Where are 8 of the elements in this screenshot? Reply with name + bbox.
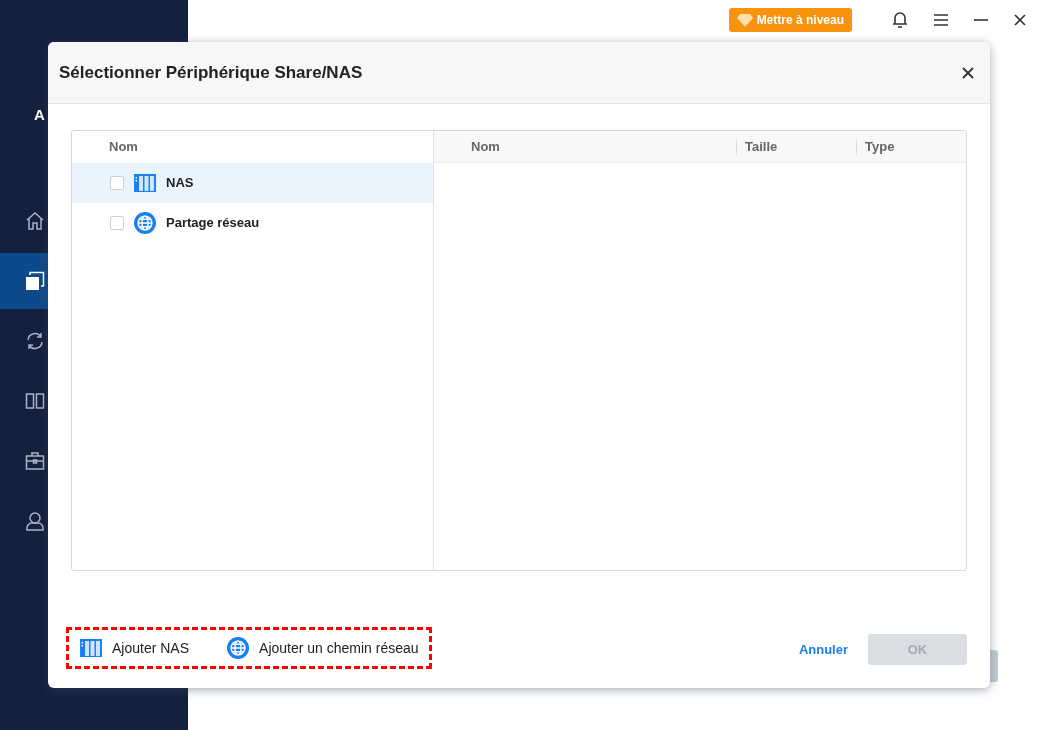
column-header: Type — [865, 137, 895, 156]
column-header: Nom — [109, 138, 138, 157]
column-header: Nom — [471, 137, 500, 156]
item-label: Partage réseau — [166, 214, 260, 233]
brand-text: A — [34, 105, 46, 125]
dialog-title: Sélectionner Périphérique Share/NAS — [59, 61, 363, 84]
column-header: Taille — [745, 137, 778, 156]
item-label: NAS — [166, 174, 194, 193]
